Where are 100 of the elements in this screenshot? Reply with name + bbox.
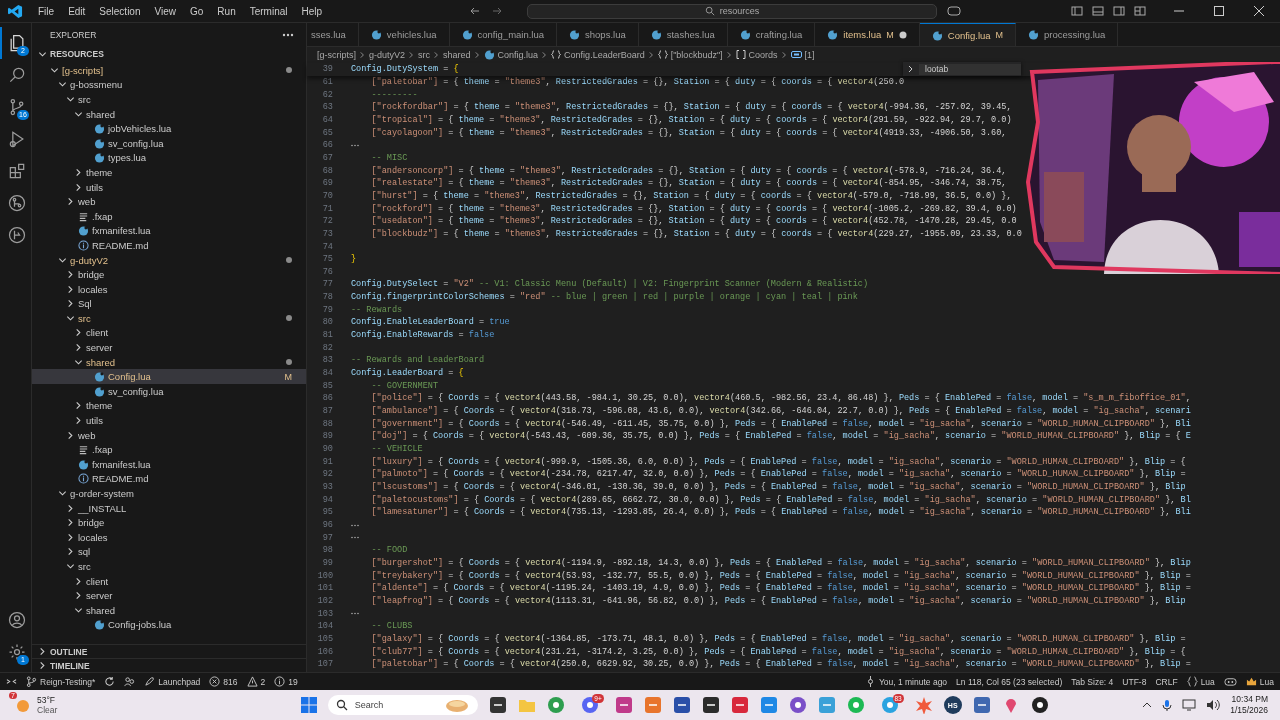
chevron-icon[interactable] — [66, 299, 75, 309]
editor-tab[interactable]: config_main.lua — [449, 23, 558, 46]
chevron-up-icon[interactable] — [1142, 700, 1153, 710]
tree-item[interactable]: bridge — [32, 515, 306, 530]
layout-icon[interactable] — [1134, 5, 1146, 17]
tree-item[interactable]: Sql — [32, 296, 306, 312]
tree-item[interactable]: locales — [32, 530, 306, 545]
tree-item[interactable]: server — [32, 588, 306, 603]
unsaved-dot-icon[interactable] — [898, 30, 907, 39]
more-icon[interactable] — [282, 33, 294, 37]
copilot-icon[interactable] — [1223, 676, 1237, 687]
search-field[interactable]: Search — [327, 695, 478, 715]
tree-item[interactable]: README.md — [32, 471, 306, 487]
tree-item[interactable]: client — [32, 325, 306, 341]
status-item[interactable]: 816 — [209, 676, 238, 687]
tree-item[interactable]: jobVehicles.lua — [32, 121, 306, 136]
chevron-icon[interactable] — [74, 576, 83, 586]
tree-item[interactable]: client — [32, 573, 306, 589]
tree-item[interactable]: locales — [32, 281, 306, 297]
status-item[interactable]: 19 — [274, 676, 298, 687]
menu-item[interactable]: Run — [210, 5, 243, 17]
tree-item[interactable]: shared — [32, 106, 306, 122]
breadcrumb-item[interactable]: Config.LeaderBoard — [564, 49, 645, 60]
chevron-icon[interactable] — [74, 328, 83, 338]
people-icon[interactable] — [124, 676, 136, 687]
chevron-icon[interactable] — [74, 182, 83, 192]
tree-item[interactable]: Config-jobs.lua — [32, 617, 306, 633]
section-header[interactable]: RESOURCES — [32, 47, 306, 61]
chevron-icon[interactable] — [74, 416, 83, 426]
close-icon[interactable] — [1254, 6, 1264, 16]
chevron-icon[interactable] — [907, 65, 915, 73]
chevron-icon[interactable] — [66, 562, 75, 571]
tree-item[interactable]: .fxap — [32, 208, 306, 224]
status-item[interactable]: Launchpad — [144, 676, 201, 687]
tree-item[interactable]: fxmanifest.lua — [32, 457, 306, 472]
editor-tab[interactable]: shops.lua — [557, 23, 639, 46]
editor-tab[interactable]: items.lua M — [815, 23, 920, 46]
tree-item[interactable]: shared — [32, 354, 306, 370]
breadcrumb-item[interactable]: shared — [443, 49, 471, 60]
tree-item[interactable]: Config.lua M — [32, 369, 306, 385]
breadcrumb-item[interactable]: Coords — [748, 49, 778, 60]
tree-item[interactable]: src — [32, 311, 306, 326]
tree-item[interactable]: .fxap — [32, 442, 306, 458]
status-item[interactable]: You, 1 minute ago — [864, 676, 948, 687]
forward-arrow-icon[interactable] — [491, 5, 504, 17]
breadcrumb-item[interactable]: [1] — [804, 49, 815, 60]
tree-item[interactable]: server — [32, 340, 306, 355]
graph-icon[interactable] — [6, 193, 27, 213]
tree-item[interactable]: utils — [32, 413, 306, 428]
menu-item[interactable]: Selection — [92, 5, 148, 17]
sidebar-toggle-icon[interactable] — [1113, 5, 1125, 17]
start-icon[interactable] — [300, 697, 317, 713]
tree-item[interactable]: utils — [32, 179, 306, 195]
tree-item[interactable]: web — [32, 194, 306, 209]
copilot-icon[interactable] — [947, 5, 962, 17]
folded-code-icon[interactable] — [351, 536, 359, 540]
chevron-icon[interactable] — [66, 270, 75, 280]
folded-code-icon[interactable] — [351, 612, 359, 616]
folded-code-icon[interactable] — [351, 523, 359, 527]
tree-item[interactable]: theme — [32, 165, 306, 180]
tree-item[interactable]: g-dutyV2 — [32, 252, 306, 268]
editor-tab[interactable]: crafting.lua — [727, 23, 816, 46]
breadcrumb-item[interactable]: src — [418, 49, 431, 60]
status-item[interactable]: Tab Size: 4 — [1071, 676, 1114, 687]
chevron-icon[interactable] — [66, 95, 75, 104]
tree-item[interactable]: fxmanifest.lua — [32, 223, 306, 239]
chevron-icon[interactable] — [74, 591, 83, 601]
chevron-icon[interactable] — [66, 532, 75, 542]
editor-tab[interactable]: sses.lua — [307, 23, 359, 46]
tree-item[interactable]: bridge — [32, 267, 306, 282]
tree-item[interactable]: src — [32, 559, 306, 574]
menu-item[interactable]: View — [147, 5, 183, 17]
editor-tab[interactable]: stashes.lua — [638, 23, 728, 46]
section-header[interactable]: OUTLINE — [32, 644, 306, 658]
tree-item[interactable]: web — [32, 427, 306, 443]
tree-item[interactable]: g-order-system — [32, 486, 306, 501]
speaker-icon[interactable] — [1206, 699, 1221, 711]
back-arrow-icon[interactable] — [469, 5, 482, 17]
chevron-icon[interactable] — [38, 661, 47, 670]
chevron-icon[interactable] — [74, 343, 83, 353]
breadcrumb-item[interactable]: ["blockbudz"] — [670, 49, 723, 60]
tree-item[interactable]: README.md — [32, 238, 306, 253]
chevron-icon[interactable] — [74, 401, 83, 411]
account-icon[interactable] — [6, 610, 27, 630]
menu-item[interactable]: Go — [183, 5, 211, 17]
chevron-icon[interactable] — [58, 80, 67, 90]
chevron-icon[interactable] — [74, 167, 83, 177]
menu-item[interactable]: Edit — [61, 5, 93, 17]
tree-item[interactable]: src — [32, 92, 306, 107]
chevron-icon[interactable] — [58, 489, 67, 498]
sync-icon[interactable] — [104, 676, 116, 687]
command-center[interactable]: resources — [527, 3, 938, 19]
tree-item[interactable]: g-bossmenu — [32, 77, 306, 93]
breadcrumb-item[interactable]: Config.lua — [497, 49, 539, 60]
chevron-icon[interactable] — [66, 503, 75, 513]
sidebar-toggle-icon[interactable] — [1071, 5, 1083, 17]
status-item[interactable]: CRLF — [1155, 676, 1178, 687]
status-item[interactable]: Lua — [1245, 676, 1274, 687]
chevron-icon[interactable] — [38, 647, 47, 656]
tree-item[interactable]: types.lua — [32, 150, 306, 166]
